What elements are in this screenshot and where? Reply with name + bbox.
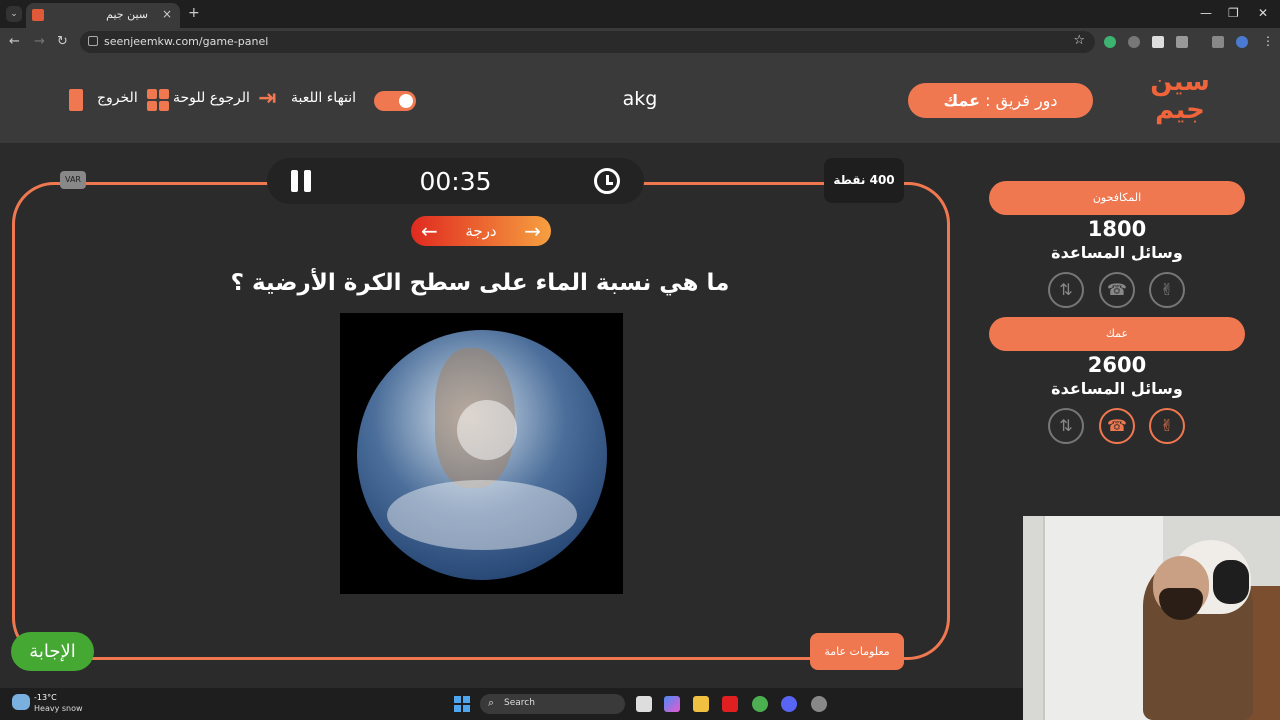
weather-temperature[interactable]: -13°C bbox=[34, 693, 57, 702]
grammarly-extension-icon[interactable] bbox=[1104, 36, 1116, 48]
team-name-tab: المكافحون bbox=[989, 181, 1245, 215]
toggle-knob bbox=[399, 94, 413, 108]
timer-display: 00:35 bbox=[419, 167, 492, 196]
show-answer-button[interactable]: الإجابة bbox=[11, 632, 94, 671]
address-bar-row: ← → ↻ seenjeemkw.com/game-panel ☆ bbox=[0, 28, 1280, 56]
logo: سين جيم bbox=[1150, 67, 1210, 125]
arrow-left-icon[interactable]: ← bbox=[421, 216, 438, 246]
exit-label[interactable]: الخروج bbox=[97, 90, 138, 106]
turn-label: دور فريق : bbox=[980, 91, 1058, 110]
helpers-label: وسائل المساعدة bbox=[1051, 243, 1183, 262]
reload-icon[interactable]: ↻ bbox=[57, 34, 68, 49]
end-game-label[interactable]: انتهاء اللعبة bbox=[291, 90, 356, 106]
phone-icon[interactable]: ☎ bbox=[1099, 272, 1135, 308]
bookmark-star-icon[interactable]: ☆ bbox=[1073, 33, 1085, 48]
turn-team-name: عمك bbox=[943, 91, 981, 110]
minimize-icon[interactable]: — bbox=[1200, 6, 1212, 20]
swap-icon[interactable]: ⇅ bbox=[1048, 272, 1084, 308]
weather-description[interactable]: Heavy snow bbox=[34, 704, 83, 713]
search-icon: ⌕ bbox=[488, 696, 495, 709]
webcam-overlay bbox=[1023, 516, 1280, 720]
new-tab-button[interactable]: + bbox=[188, 5, 200, 21]
timer-bar: 00:35 bbox=[267, 158, 644, 204]
double-answer-icon[interactable]: ✌ bbox=[1149, 272, 1185, 308]
board-grid-icon[interactable] bbox=[147, 89, 169, 111]
arrow-to-line-icon[interactable]: ⇥ bbox=[258, 86, 276, 111]
degree-label: درجة bbox=[465, 222, 497, 240]
weather-icon[interactable] bbox=[12, 694, 30, 710]
copilot-icon[interactable] bbox=[664, 696, 680, 712]
site-info-icon[interactable] bbox=[88, 36, 98, 46]
earth-globe-image bbox=[357, 330, 607, 580]
category-badge: معلومات عامة bbox=[810, 633, 904, 670]
close-window-icon[interactable]: ✕ bbox=[1258, 6, 1268, 20]
browser-tab[interactable]: سين جيم × bbox=[26, 3, 180, 28]
reading-list-icon[interactable] bbox=[1212, 36, 1224, 48]
windows-start-icon[interactable] bbox=[454, 696, 470, 712]
double-answer-icon[interactable]: ✌ bbox=[1149, 408, 1185, 444]
restore-icon[interactable]: ❐ bbox=[1228, 6, 1239, 20]
question-image bbox=[340, 313, 623, 594]
taskbar-search[interactable]: ⌕ Search bbox=[480, 694, 625, 714]
team-score: 2600 bbox=[1087, 353, 1147, 377]
tab-title: سين جيم bbox=[106, 8, 148, 21]
arrow-right-icon[interactable]: → bbox=[524, 216, 541, 246]
back-to-board-label[interactable]: الرجوع للوحة bbox=[173, 90, 250, 106]
team-score: 1800 bbox=[1087, 217, 1147, 241]
chrome-icon[interactable] bbox=[752, 696, 768, 712]
game-name: akg bbox=[622, 88, 658, 110]
exit-door-icon[interactable] bbox=[69, 89, 83, 111]
url-text: seenjeemkw.com/game-panel bbox=[104, 35, 269, 48]
youtube-icon[interactable] bbox=[722, 696, 738, 712]
task-view-icon[interactable] bbox=[636, 696, 652, 712]
favicon-icon bbox=[32, 9, 44, 21]
extensions-puzzle-icon[interactable] bbox=[1176, 36, 1188, 48]
profile-icon[interactable] bbox=[1236, 36, 1248, 48]
team-name-tab: عمك bbox=[989, 317, 1245, 351]
file-explorer-icon[interactable] bbox=[693, 696, 709, 712]
swap-icon[interactable]: ⇅ bbox=[1048, 408, 1084, 444]
discord-icon[interactable] bbox=[781, 696, 797, 712]
url-field[interactable]: seenjeemkw.com/game-panel ☆ bbox=[80, 31, 1095, 53]
browser-tab-bar: ⌄ سين جيم × + — ❐ ✕ bbox=[0, 0, 1280, 28]
menu-kebab-icon[interactable]: ⋮ bbox=[1262, 34, 1274, 48]
question-text: ما هي نسبة الماء على سطح الكرة الأرضية ؟ bbox=[230, 270, 730, 296]
team-turn-badge: دور فريق : عمك bbox=[908, 83, 1093, 118]
tab-search-icon[interactable]: ⌄ bbox=[6, 6, 22, 22]
var-badge[interactable]: VAR bbox=[60, 171, 86, 189]
forward-icon[interactable]: → bbox=[34, 34, 45, 49]
extension-icon[interactable] bbox=[1152, 36, 1164, 48]
degree-switch[interactable]: ← درجة → bbox=[411, 216, 551, 246]
helpers-label: وسائل المساعدة bbox=[1051, 379, 1183, 398]
tab-close-icon[interactable]: × bbox=[162, 7, 172, 21]
search-placeholder: Search bbox=[504, 698, 535, 708]
points-badge: 400 نقطة bbox=[824, 158, 904, 203]
phone-icon[interactable]: ☎ bbox=[1099, 408, 1135, 444]
windows-taskbar: -13°C Heavy snow ⌕ Search bbox=[0, 688, 1023, 720]
restart-timer-icon[interactable] bbox=[594, 168, 620, 194]
end-game-toggle[interactable] bbox=[374, 91, 416, 111]
back-icon[interactable]: ← bbox=[9, 34, 20, 49]
extension-icon[interactable] bbox=[1128, 36, 1140, 48]
obs-icon[interactable] bbox=[811, 696, 827, 712]
